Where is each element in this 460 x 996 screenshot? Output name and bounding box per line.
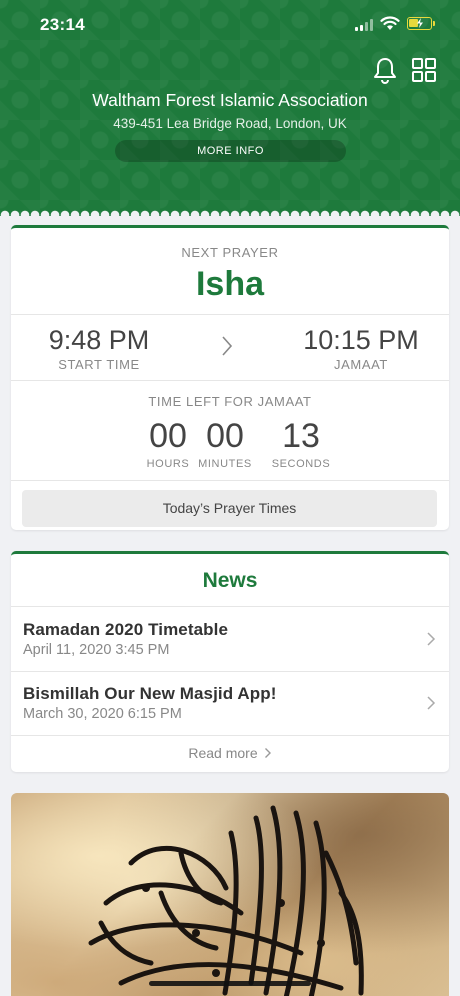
chevron-right-icon bbox=[427, 632, 436, 646]
countdown-title: TIME LEFT FOR JAMAAT bbox=[148, 394, 312, 409]
organization-address: 439-451 Lea Bridge Road, London, UK bbox=[113, 116, 347, 131]
seconds-value: 13 bbox=[282, 417, 320, 455]
countdown-minutes: 00 MINUTES bbox=[185, 416, 265, 470]
next-prayer-label: NEXT PRAYER bbox=[181, 245, 279, 260]
status-time: 23:14 bbox=[40, 15, 85, 34]
header: 23:14 Waltham Forest Islamic Association bbox=[0, 0, 460, 216]
todays-prayer-times-button[interactable]: Today’s Prayer Times bbox=[22, 490, 437, 527]
countdown-seconds: 13 SECONDS bbox=[261, 416, 341, 470]
wifi-icon bbox=[380, 16, 400, 30]
seconds-label: SECONDS bbox=[271, 458, 331, 470]
minutes-label: MINUTES bbox=[198, 458, 252, 470]
jamaat-label: JAMAAT bbox=[334, 357, 388, 372]
news-item[interactable]: Ramadan 2020 Timetable April 11, 2020 3:… bbox=[11, 607, 449, 671]
news-item[interactable]: Bismillah Our New Masjid App! March 30, … bbox=[11, 671, 449, 735]
calligraphy-artwork bbox=[88, 805, 364, 996]
divider bbox=[11, 380, 449, 381]
jamaat-time: 10:15 PM bbox=[303, 325, 419, 355]
organization-name: Waltham Forest Islamic Association bbox=[92, 90, 368, 110]
next-prayer-card: NEXT PRAYER Isha 9:48 PM START TIME 10:1… bbox=[11, 225, 449, 530]
divider bbox=[11, 735, 449, 736]
news-headline: Ramadan 2020 Timetable bbox=[23, 620, 229, 639]
news-headline: Bismillah Our New Masjid App! bbox=[23, 684, 277, 703]
news-card: News Ramadan 2020 Timetable April 11, 20… bbox=[11, 551, 449, 772]
start-time-block: 9:48 PM START TIME bbox=[11, 324, 187, 372]
divider bbox=[11, 480, 449, 481]
calligraphy-banner-image[interactable] bbox=[11, 793, 449, 996]
scalloped-edge bbox=[0, 205, 460, 219]
chevron-right-icon bbox=[264, 748, 271, 758]
news-date: April 11, 2020 3:45 PM bbox=[23, 642, 170, 658]
battery-icon bbox=[407, 17, 435, 30]
cellular-signal-icon bbox=[355, 19, 373, 31]
grid-menu-icon[interactable] bbox=[412, 58, 436, 82]
read-more-link[interactable]: Read more bbox=[11, 745, 449, 761]
read-more-label: Read more bbox=[188, 745, 258, 761]
news-title: News bbox=[202, 569, 258, 592]
minutes-value: 00 bbox=[206, 417, 244, 455]
notification-bell-icon[interactable] bbox=[372, 56, 398, 84]
jamaat-time-block: 10:15 PM JAMAAT bbox=[273, 324, 449, 372]
prayer-name: Isha bbox=[195, 265, 265, 303]
chevron-right-icon bbox=[427, 696, 436, 710]
start-time: 9:48 PM bbox=[48, 325, 150, 355]
home-indicator bbox=[149, 981, 311, 986]
start-time-label: START TIME bbox=[58, 357, 140, 372]
news-date: March 30, 2020 6:15 PM bbox=[23, 706, 182, 722]
status-bar: 23:14 bbox=[0, 0, 460, 50]
divider bbox=[11, 314, 449, 315]
more-info-button[interactable]: MORE INFO bbox=[115, 140, 346, 162]
chevron-right-icon bbox=[222, 336, 233, 356]
